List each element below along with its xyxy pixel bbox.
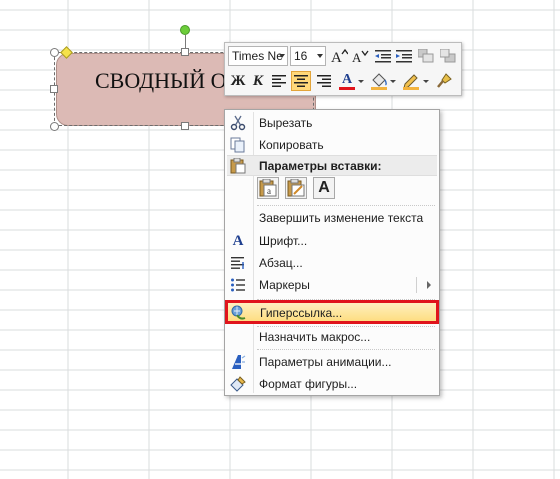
grow-font-button[interactable]: A	[329, 46, 349, 66]
menu-item-cut[interactable]: Вырезать	[227, 112, 437, 134]
menu-item-assign-macro[interactable]: Назначить макрос...	[227, 326, 437, 348]
align-left-icon	[272, 75, 286, 87]
send-backward-button[interactable]	[438, 46, 458, 66]
paint-bucket-icon	[371, 73, 387, 90]
menu-item-animation-options[interactable]: Параметры анимации...	[227, 351, 437, 373]
paste-options-header: Параметры вставки:	[227, 155, 437, 176]
format-painter-button[interactable]	[435, 71, 455, 91]
paste-destination-theme-button[interactable]	[285, 177, 307, 199]
resize-handle-top-left[interactable]	[50, 48, 59, 57]
resize-handle-top[interactable]	[181, 48, 189, 56]
shrink-font-icon: A	[352, 50, 369, 64]
font-color-button[interactable]: А	[337, 71, 357, 91]
animation-icon	[230, 354, 246, 370]
italic-button[interactable]: К	[248, 71, 268, 91]
align-right-icon	[317, 75, 331, 87]
bring-forward-button[interactable]	[416, 46, 436, 66]
font-color-bar	[339, 86, 355, 90]
bold-label: Ж	[230, 72, 246, 89]
context-menu: Вырезать Копировать Параметры вставки: a…	[224, 109, 440, 396]
decrease-indent-icon	[375, 50, 391, 63]
outline-color-button[interactable]	[401, 71, 421, 91]
bring-forward-icon	[418, 49, 434, 63]
bullets-icon	[230, 277, 246, 293]
format-shape-icon	[230, 376, 246, 392]
resize-handle-bottom[interactable]	[181, 122, 189, 130]
menu-item-finish-text-edit[interactable]: Завершить изменение текста	[227, 207, 437, 229]
pencil-outline-icon	[403, 74, 419, 90]
send-backward-icon	[440, 49, 456, 63]
menu-item-label: Назначить макрос...	[259, 330, 371, 344]
scissors-icon	[230, 115, 246, 131]
hyperlink-icon	[231, 305, 247, 321]
align-center-button[interactable]	[291, 71, 311, 91]
menu-item-font[interactable]: A Шрифт...	[227, 230, 437, 252]
mini-toolbar: Times Ne 16 A A Ж К А	[224, 42, 462, 96]
font-icon: A	[232, 232, 244, 249]
menu-item-label: Копировать	[259, 138, 324, 152]
menu-item-label: Параметры анимации...	[259, 355, 392, 369]
svg-text:A: A	[331, 50, 342, 64]
rotate-handle[interactable]	[180, 25, 190, 35]
font-name-combo[interactable]: Times Ne	[228, 46, 288, 66]
menu-separator	[257, 299, 435, 300]
menu-item-hyperlink[interactable]: Гиперссылка...	[227, 301, 437, 323]
chevron-down-icon[interactable]	[423, 80, 429, 83]
paste-keep-formatting-icon: a	[259, 179, 277, 197]
menu-item-label: Шрифт...	[259, 234, 308, 248]
paragraph-icon	[230, 255, 246, 271]
format-painter-icon	[437, 73, 452, 88]
menu-item-label: Маркеры	[259, 278, 310, 292]
shape-text[interactable]: СВОДНЫЙ О	[95, 68, 227, 94]
increase-indent-icon	[396, 50, 412, 63]
menu-separator	[257, 205, 435, 206]
menu-item-label: Завершить изменение текста	[259, 211, 424, 225]
shrink-font-button[interactable]: A	[350, 46, 370, 66]
resize-handle-left-bottom[interactable]	[50, 122, 59, 131]
italic-label: К	[252, 72, 264, 89]
fill-color-button[interactable]	[369, 71, 389, 91]
menu-item-format-shape[interactable]: Формат фигуры...	[227, 373, 437, 395]
chevron-down-icon	[279, 54, 285, 58]
svg-text:A: A	[352, 50, 362, 64]
clipboard-icon	[230, 157, 246, 174]
paste-text-only-button[interactable]: A	[313, 177, 335, 199]
menu-item-label: Абзац...	[259, 256, 303, 270]
font-size-value: 16	[294, 49, 308, 63]
paste-text-only-label: A	[318, 179, 330, 196]
copy-icon	[230, 137, 246, 153]
chevron-right-icon	[427, 281, 431, 289]
paste-keep-formatting-button[interactable]: a	[257, 177, 279, 199]
decrease-indent-button[interactable]	[373, 46, 393, 66]
menu-item-label: Гиперссылка...	[260, 306, 343, 320]
align-right-button[interactable]	[314, 71, 334, 91]
increase-indent-button[interactable]	[394, 46, 414, 66]
resize-handle-left[interactable]	[50, 85, 58, 93]
chevron-down-icon	[317, 54, 323, 58]
svg-text:a: a	[267, 186, 271, 196]
menu-item-copy[interactable]: Копировать	[227, 134, 437, 156]
chevron-down-icon[interactable]	[390, 80, 396, 83]
menu-item-label: Формат фигуры...	[259, 377, 358, 391]
align-center-icon	[294, 75, 308, 87]
font-size-combo[interactable]: 16	[290, 46, 326, 66]
menu-item-bullets[interactable]: Маркеры	[227, 274, 437, 296]
paste-theme-icon	[287, 179, 305, 197]
menu-item-paragraph[interactable]: Абзац...	[227, 252, 437, 274]
grow-font-icon: A	[331, 48, 348, 64]
font-name-value: Times Ne	[232, 49, 283, 63]
chevron-down-icon[interactable]	[358, 80, 364, 83]
paste-options-label: Параметры вставки:	[259, 159, 382, 173]
submenu-separator	[416, 277, 417, 293]
menu-item-label: Вырезать	[259, 116, 313, 130]
bold-button[interactable]: Ж	[228, 71, 248, 91]
rotate-stem	[185, 35, 186, 49]
align-left-button[interactable]	[269, 71, 289, 91]
menu-separator	[257, 349, 435, 350]
font-color-label: А	[341, 71, 353, 87]
